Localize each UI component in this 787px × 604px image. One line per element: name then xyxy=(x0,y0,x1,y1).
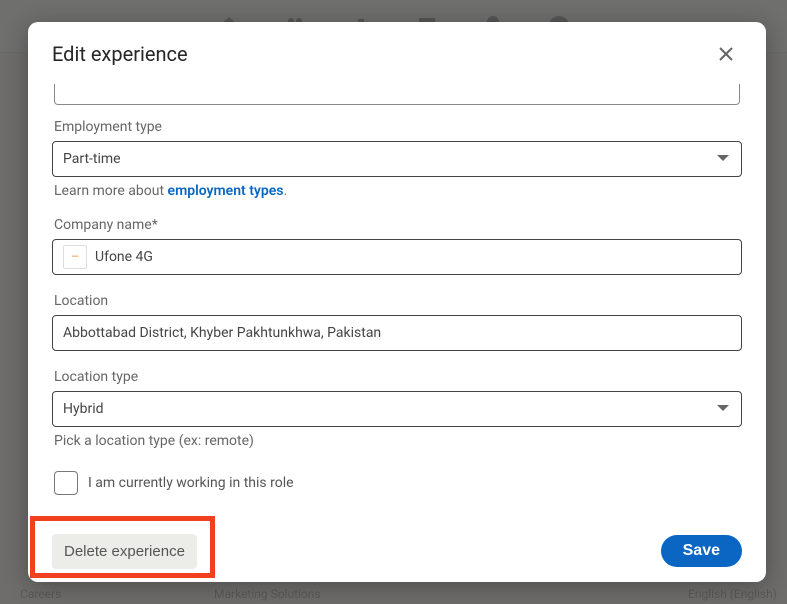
location-type-helper: Pick a location type (ex: remote) xyxy=(54,433,742,449)
chevron-down-icon xyxy=(715,400,731,416)
chevron-down-icon xyxy=(715,150,731,166)
location-type-select[interactable]: Hybrid xyxy=(52,391,742,427)
employment-types-link[interactable]: employment types xyxy=(168,183,284,199)
close-icon xyxy=(716,44,736,64)
delete-experience-button[interactable]: Delete experience xyxy=(52,534,197,569)
location-type-label: Location type xyxy=(54,369,742,385)
save-button[interactable]: Save xyxy=(661,535,742,567)
footer-lang: English (English) xyxy=(688,587,777,601)
employment-type-label: Employment type xyxy=(54,119,742,135)
company-name-label: Company name* xyxy=(54,217,742,233)
company-logo-icon: — xyxy=(63,245,87,269)
employment-type-value: Part-time xyxy=(63,151,121,167)
location-input[interactable]: Abbottabad District, Khyber Pakhtunkhwa,… xyxy=(52,315,742,351)
current-role-label: I am currently working in this role xyxy=(88,475,294,491)
company-name-input[interactable]: — Ufone 4G xyxy=(52,239,742,275)
location-type-value: Hybrid xyxy=(63,401,104,417)
current-role-checkbox[interactable] xyxy=(54,471,78,495)
employment-type-select[interactable]: Part-time xyxy=(52,141,742,177)
modal-title: Edit experience xyxy=(52,42,188,66)
company-name-value: Ufone 4G xyxy=(95,249,153,265)
modal-header: Edit experience xyxy=(28,22,766,84)
location-value: Abbottabad District, Khyber Pakhtunkhwa,… xyxy=(63,325,381,341)
location-label: Location xyxy=(54,293,742,309)
current-role-row: I am currently working in this role xyxy=(54,471,742,495)
footer-marketing: Marketing Solutions xyxy=(214,587,321,601)
footer-careers: Careers xyxy=(20,587,61,601)
edit-experience-modal: Edit experience Employment type Part-tim… xyxy=(28,22,766,582)
modal-body[interactable]: Employment type Part-time Learn more abo… xyxy=(28,84,766,519)
close-button[interactable] xyxy=(710,38,742,70)
employment-type-helper: Learn more about employment types. xyxy=(54,183,742,199)
previous-field-partial[interactable] xyxy=(54,84,740,105)
modal-footer: Delete experience Save xyxy=(28,519,766,582)
